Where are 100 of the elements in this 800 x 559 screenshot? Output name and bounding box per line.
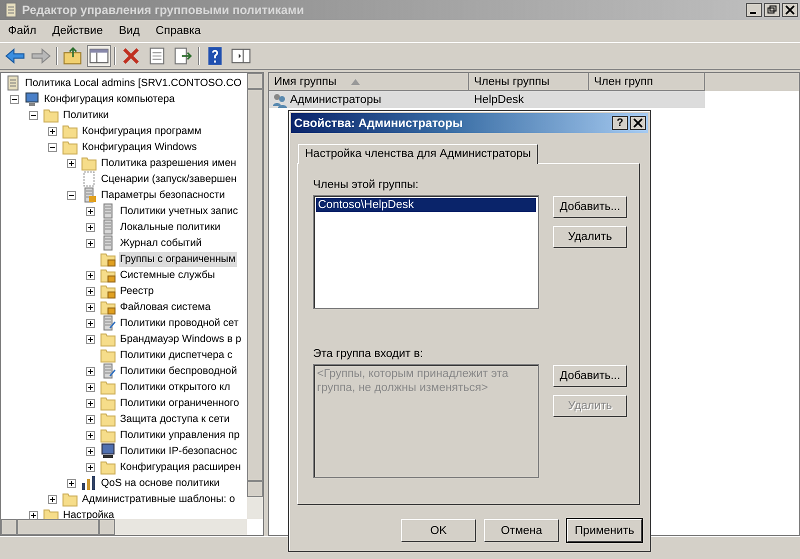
folder-icon [100,427,116,443]
document-icon [5,75,21,91]
expander-icon[interactable] [48,142,57,152]
tree-item[interactable]: Реестр [119,284,155,298]
tree-item[interactable]: Административные шаблоны: о [81,492,236,506]
tree-item[interactable]: Защита доступа к сети [119,412,231,426]
bar-chart-icon [81,475,97,491]
members-label: Члены этой группы: [313,178,420,192]
folder-icon [62,139,78,155]
dialog-button[interactable]: Применить [567,519,642,542]
expander-icon[interactable] [86,398,95,408]
folder-icon [62,123,78,139]
dialog-button[interactable]: Отмена [484,519,559,542]
folder-icon [100,347,116,363]
vertical-scrollbar[interactable] [247,73,263,519]
folder-icon [62,491,78,507]
expander-icon[interactable] [86,222,95,232]
menu-item[interactable]: Вид [110,25,148,37]
tree-item[interactable]: Настройка [62,508,116,522]
horizontal-scrollbar[interactable] [1,519,247,535]
locked-folder-icon [100,299,116,315]
dialog-button[interactable]: Удалить [553,226,627,248]
expander-icon[interactable] [86,206,95,216]
tree-item[interactable]: Политики диспетчера с [119,348,234,362]
members-list[interactable]: Contoso\HelpDesk [313,195,539,309]
tree-item[interactable]: Политики беспроводной [119,364,238,378]
tab[interactable]: Настройка членства для Администраторы [298,144,538,164]
expander-icon[interactable] [86,382,95,392]
close-icon[interactable] [630,116,646,130]
tree-item[interactable]: Брандмауэр Windows в р [119,332,242,346]
expander-icon[interactable] [86,286,95,296]
folder-icon [100,459,116,475]
dialog-button[interactable]: OK [401,519,476,542]
close-icon[interactable] [782,3,798,17]
tree-item[interactable]: Локальные политики [119,220,222,234]
tree-item[interactable]: Журнал событий [119,236,203,250]
tree-item[interactable]: Конфигурация расширен [119,460,242,474]
menu-item[interactable]: Файл [0,25,44,37]
locked-folder-icon [100,251,116,267]
tree-item[interactable]: Конфигурация программ [81,124,202,138]
folder-icon [100,331,116,347]
expander-icon[interactable] [86,462,95,472]
dialog-button[interactable]: Добавить... [553,196,627,218]
tree-pane-icon[interactable] [88,46,110,66]
expander-icon[interactable] [86,302,95,312]
tree-item[interactable]: Политики [62,108,110,122]
computer-icon [24,91,40,107]
expander-icon[interactable] [29,510,38,520]
folder-icon [81,155,97,171]
expander-icon[interactable] [67,190,76,200]
dialog-title: Свойства: Администраторы [294,116,464,130]
document-icon [81,171,97,187]
back-arrow-icon[interactable] [4,46,26,66]
list-item[interactable]: Contoso\HelpDesk [316,198,536,212]
expander-icon[interactable] [67,158,76,168]
users-icon [272,92,288,108]
expander-icon[interactable] [86,366,95,376]
expander-icon[interactable] [86,414,95,424]
folder-icon [43,107,59,123]
folder-up-icon[interactable] [62,46,84,66]
window-title: Редактор управления групповыми политиками [22,3,305,17]
pane-view-icon[interactable] [230,46,252,66]
expander-icon[interactable] [86,446,95,456]
tree-item[interactable]: Конфигурация компьютера [43,92,176,106]
expander-icon[interactable] [29,110,38,120]
tree-item[interactable]: Политики управления пр [119,428,241,442]
expander-icon[interactable] [86,270,95,280]
tree-item[interactable]: Политика разрешения имен [100,156,238,170]
monitor-icon [100,443,116,459]
tree-item[interactable]: Политики проводной сет [119,316,240,330]
tree-item[interactable]: Файловая система [119,300,212,314]
maximize-icon[interactable] [764,3,780,17]
tree-item[interactable]: Системные службы [119,268,216,282]
locked-folder-icon [100,283,116,299]
expander-icon[interactable] [10,94,19,104]
minimize-icon[interactable] [746,3,762,17]
tree-item[interactable]: Политика Local admins [SRV1.CONTOSO.CO [24,76,243,90]
list-row[interactable]: Администраторы HelpDesk [269,91,705,108]
tree-item[interactable]: Политики учетных запис [119,204,239,218]
expander-icon[interactable] [67,478,76,488]
tree-item[interactable]: Конфигурация Windows [81,140,198,154]
tree-item[interactable]: Политики ограниченного [119,396,240,410]
tree-item[interactable]: QoS на основе политики [100,476,221,490]
tree-item[interactable]: Сценарии (запуск/завершен [100,172,238,186]
tree-item[interactable]: Политики IP-безопаснос [119,444,238,458]
menu-item[interactable]: Справка [148,25,209,37]
table-cell: Администраторы [290,94,382,106]
export-icon[interactable] [172,46,194,66]
menu-item[interactable]: Действие [44,25,111,37]
folder-icon [100,395,116,411]
expander-icon[interactable] [48,494,57,504]
tree-item[interactable]: Политики открытого кл [119,380,232,394]
help-button[interactable]: ? [612,116,628,130]
expander-icon[interactable] [86,334,95,344]
tree-item[interactable]: Параметры безопасности [100,188,226,202]
tree-item[interactable]: Группы с ограниченным [119,252,237,266]
expander-icon[interactable] [86,430,95,440]
expander-icon[interactable] [86,238,95,248]
expander-icon[interactable] [86,318,95,328]
expander-icon[interactable] [48,126,57,136]
